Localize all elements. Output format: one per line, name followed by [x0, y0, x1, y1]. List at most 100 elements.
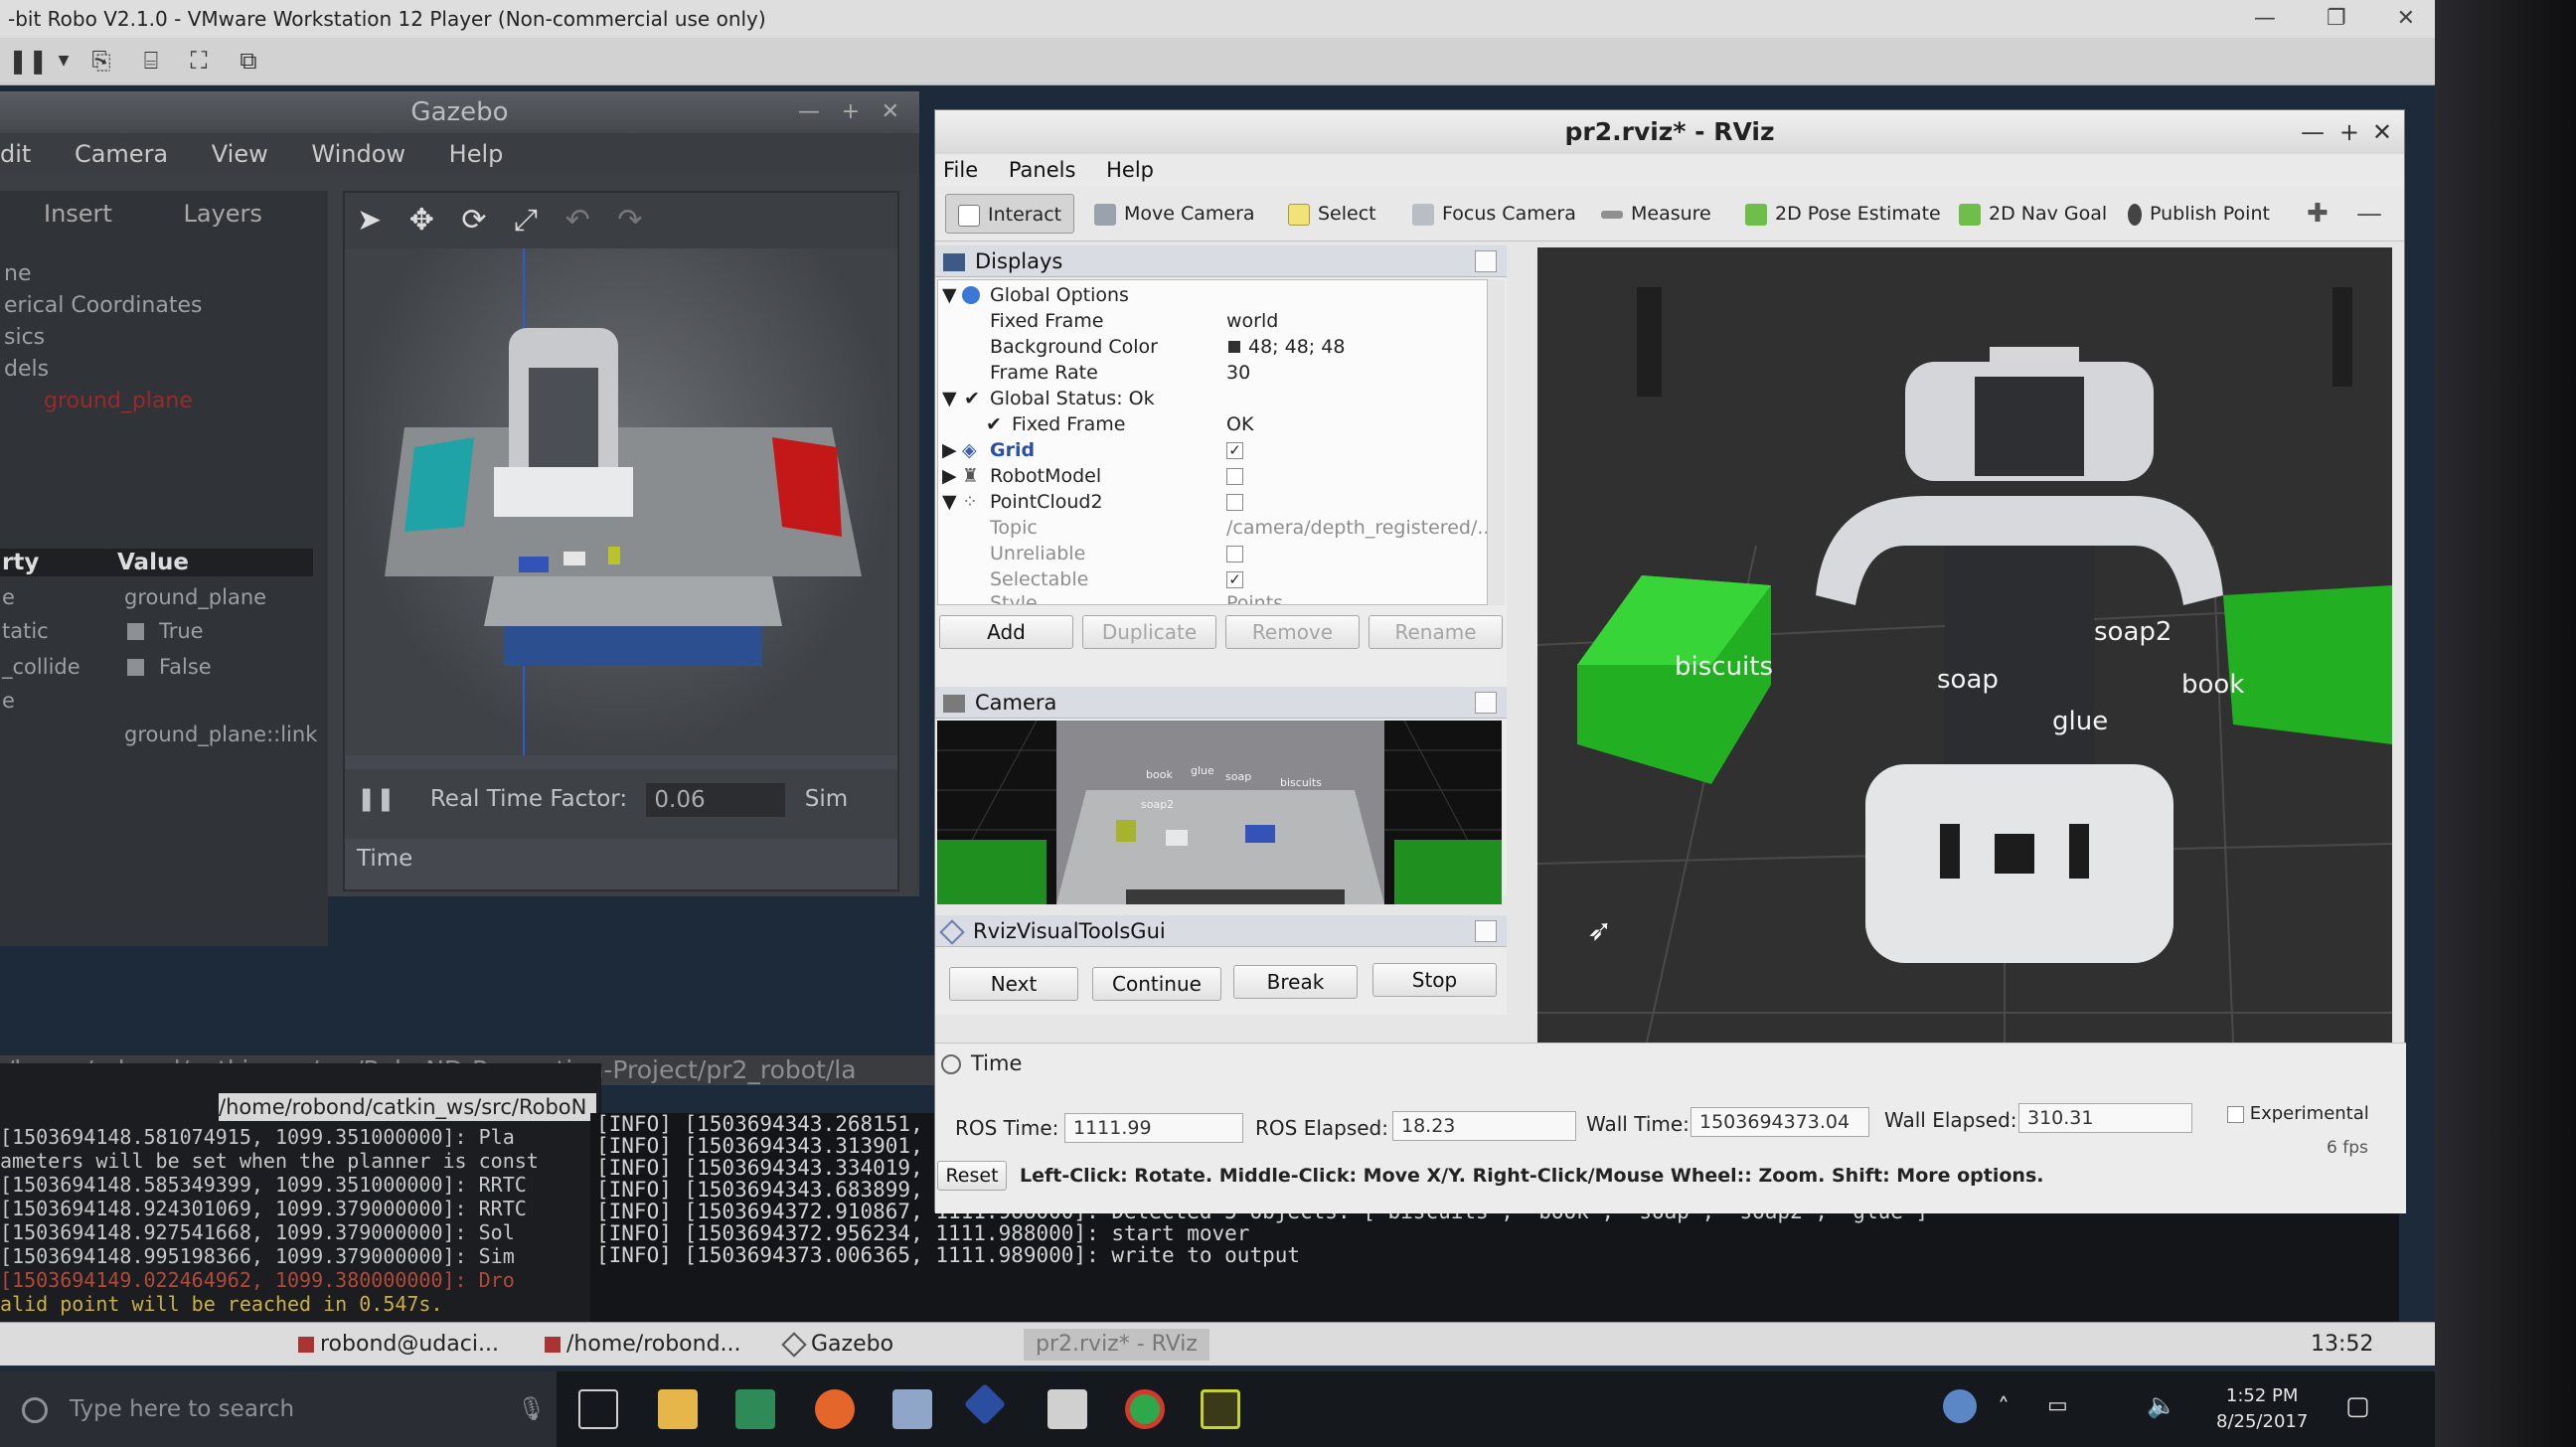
expand-arrow-icon[interactable]: ▼: [942, 282, 957, 308]
duplicate-button[interactable]: Duplicate: [1082, 615, 1216, 649]
redo-icon[interactable]: ↷: [617, 203, 642, 238]
menu-camera[interactable]: Camera: [75, 140, 168, 168]
grid-checkbox[interactable]: ✓: [1226, 437, 1243, 463]
menu-panels[interactable]: Panels: [1009, 158, 1076, 182]
experimental-checkbox[interactable]: [2227, 1105, 2244, 1123]
tool-2d-pose-estimate[interactable]: 2D Pose Estimate: [1745, 194, 1941, 234]
remove-button[interactable]: Remove: [1225, 615, 1360, 649]
property-row[interactable]: tatic True: [0, 614, 313, 648]
display-row[interactable]: Unreliable: [938, 541, 1475, 566]
displays-scrollbar[interactable]: [1487, 279, 1505, 605]
expand-arrow-icon[interactable]: ▶: [942, 463, 957, 489]
display-row[interactable]: Background Color 48; 48; 48: [938, 334, 1475, 360]
task-view-icon[interactable]: [578, 1389, 618, 1429]
stop-button[interactable]: Stop: [1372, 963, 1497, 997]
undo-icon[interactable]: ↶: [565, 203, 590, 238]
restore-button[interactable]: ❐: [2327, 6, 2346, 31]
display-row-pointcloud2[interactable]: ▼ ⁘ PointCloud2: [938, 489, 1475, 515]
tool-focus-camera[interactable]: Focus Camera: [1412, 194, 1576, 234]
chevron-down-icon[interactable]: ▼: [48, 46, 80, 76]
continue-button[interactable]: Continue: [1092, 967, 1221, 1001]
rename-button[interactable]: Rename: [1368, 615, 1503, 649]
translate-icon[interactable]: ✥: [409, 203, 434, 238]
property-row[interactable]: e ground_plane: [0, 580, 313, 614]
gazebo-scene[interactable]: [345, 248, 897, 755]
rviz-3d-viewport[interactable]: biscuits soap glue soap2 book ➶: [1537, 247, 2392, 1043]
vmware-icon[interactable]: [1201, 1389, 1240, 1429]
tree-item[interactable]: ne: [4, 258, 328, 290]
next-button[interactable]: Next: [949, 967, 1078, 1001]
expand-arrow-icon[interactable]: ▶: [942, 437, 957, 463]
close-icon[interactable]: ✕: [882, 91, 899, 133]
close-icon[interactable]: ✕: [2372, 110, 2392, 154]
app-icon[interactable]: [963, 1382, 1007, 1426]
file-explorer-icon[interactable]: [658, 1389, 698, 1429]
menu-help[interactable]: Help: [1106, 158, 1154, 182]
reset-button[interactable]: Reset: [937, 1161, 1007, 1191]
taskbar-item-terminal[interactable]: robond@udaci...: [298, 1329, 499, 1361]
pause-icon[interactable]: ❚❚: [357, 786, 396, 812]
unity-icon[interactable]: ⧉: [233, 46, 264, 76]
minimize-button[interactable]: —: [2254, 6, 2276, 31]
display-row[interactable]: Style Points: [938, 590, 1475, 604]
property-row[interactable]: ground_plane::link: [0, 718, 317, 751]
system-clock[interactable]: 1:52 PM 8/25/2017: [2216, 1383, 2308, 1435]
panel-close-box[interactable]: [1475, 920, 1497, 942]
wall-time-field[interactable]: 1503694373.04: [1690, 1107, 1869, 1137]
tool-interact[interactable]: Interact: [945, 194, 1075, 234]
fullscreen-icon[interactable]: ⛶: [183, 46, 215, 76]
maximize-icon[interactable]: +: [842, 91, 860, 133]
expand-arrow-icon[interactable]: ▼: [942, 489, 957, 515]
expand-arrow-icon[interactable]: ▼: [942, 386, 957, 411]
volume-icon[interactable]: 🔈: [2147, 1391, 2176, 1419]
taskbar-item-rviz[interactable]: pr2.rviz* - RViz: [1024, 1329, 1209, 1361]
tool-move-camera[interactable]: Move Camera: [1094, 194, 1255, 234]
microphone-icon[interactable]: 🎙: [517, 1371, 546, 1447]
notifications-icon[interactable]: ▢: [2345, 1391, 2370, 1421]
network-icon[interactable]: ▭: [2047, 1393, 2068, 1418]
display-row-grid[interactable]: ▶ ◈ Grid ✓: [938, 437, 1475, 463]
menu-window[interactable]: Window: [311, 140, 405, 168]
wall-elapsed-field[interactable]: 310.31: [2018, 1103, 2192, 1133]
app-icon[interactable]: [892, 1389, 932, 1429]
checkbox-icon[interactable]: [127, 623, 144, 640]
display-row[interactable]: Fixed Frame world: [938, 308, 1475, 334]
tool-measure[interactable]: Measure: [1601, 194, 1711, 234]
checkbox-icon[interactable]: [127, 659, 144, 676]
remove-tool-icon[interactable]: —: [2356, 194, 2382, 234]
tree-item-selected[interactable]: ground_plane: [4, 386, 328, 417]
tab-layers[interactable]: Layers: [183, 200, 261, 228]
property-row[interactable]: _collide False: [0, 650, 313, 684]
send-keys-icon[interactable]: ⎘: [85, 46, 117, 76]
property-row[interactable]: e: [0, 684, 313, 718]
minimize-icon[interactable]: —: [2301, 110, 2325, 154]
rotate-icon[interactable]: ⟳: [461, 203, 486, 238]
close-button[interactable]: ✕: [2397, 6, 2415, 31]
minimize-icon[interactable]: —: [798, 91, 820, 133]
removable-devices-icon[interactable]: ⌸: [135, 46, 167, 76]
ros-time-field[interactable]: 1111.99: [1064, 1113, 1243, 1143]
tool-select[interactable]: Select: [1288, 194, 1376, 234]
tool-2d-nav-goal[interactable]: 2D Nav Goal: [1959, 194, 2107, 234]
camera-view[interactable]: book glue soap biscuits soap2: [937, 721, 1502, 904]
search-box[interactable]: Type here to search 🎙: [0, 1371, 557, 1447]
menu-help[interactable]: Help: [449, 140, 504, 168]
tree-item[interactable]: erical Coordinates: [4, 290, 328, 322]
user-icon[interactable]: [1943, 1389, 1977, 1423]
taskbar-item-terminal-2[interactable]: /home/robond...: [545, 1329, 741, 1361]
calculator-icon[interactable]: [1047, 1389, 1087, 1429]
chevron-up-icon[interactable]: ˄: [1998, 1393, 2010, 1421]
display-row-robotmodel[interactable]: ▶ ♜ RobotModel: [938, 463, 1475, 489]
display-row[interactable]: Frame Rate 30: [938, 360, 1475, 386]
menu-view[interactable]: View: [212, 140, 268, 168]
break-button[interactable]: Break: [1233, 965, 1358, 999]
tree-item[interactable]: sics: [4, 322, 328, 354]
panel-close-box[interactable]: [1475, 250, 1497, 272]
experimental-checkbox-label[interactable]: Experimental: [2227, 1099, 2369, 1129]
menu-edit[interactable]: dit: [0, 140, 31, 168]
tab-insert[interactable]: Insert: [44, 200, 112, 228]
add-button[interactable]: Add: [939, 615, 1073, 649]
chrome-icon[interactable]: [1125, 1389, 1165, 1429]
display-row[interactable]: Topic /camera/depth_registered/...: [938, 515, 1493, 541]
maximize-icon[interactable]: +: [2339, 110, 2359, 154]
